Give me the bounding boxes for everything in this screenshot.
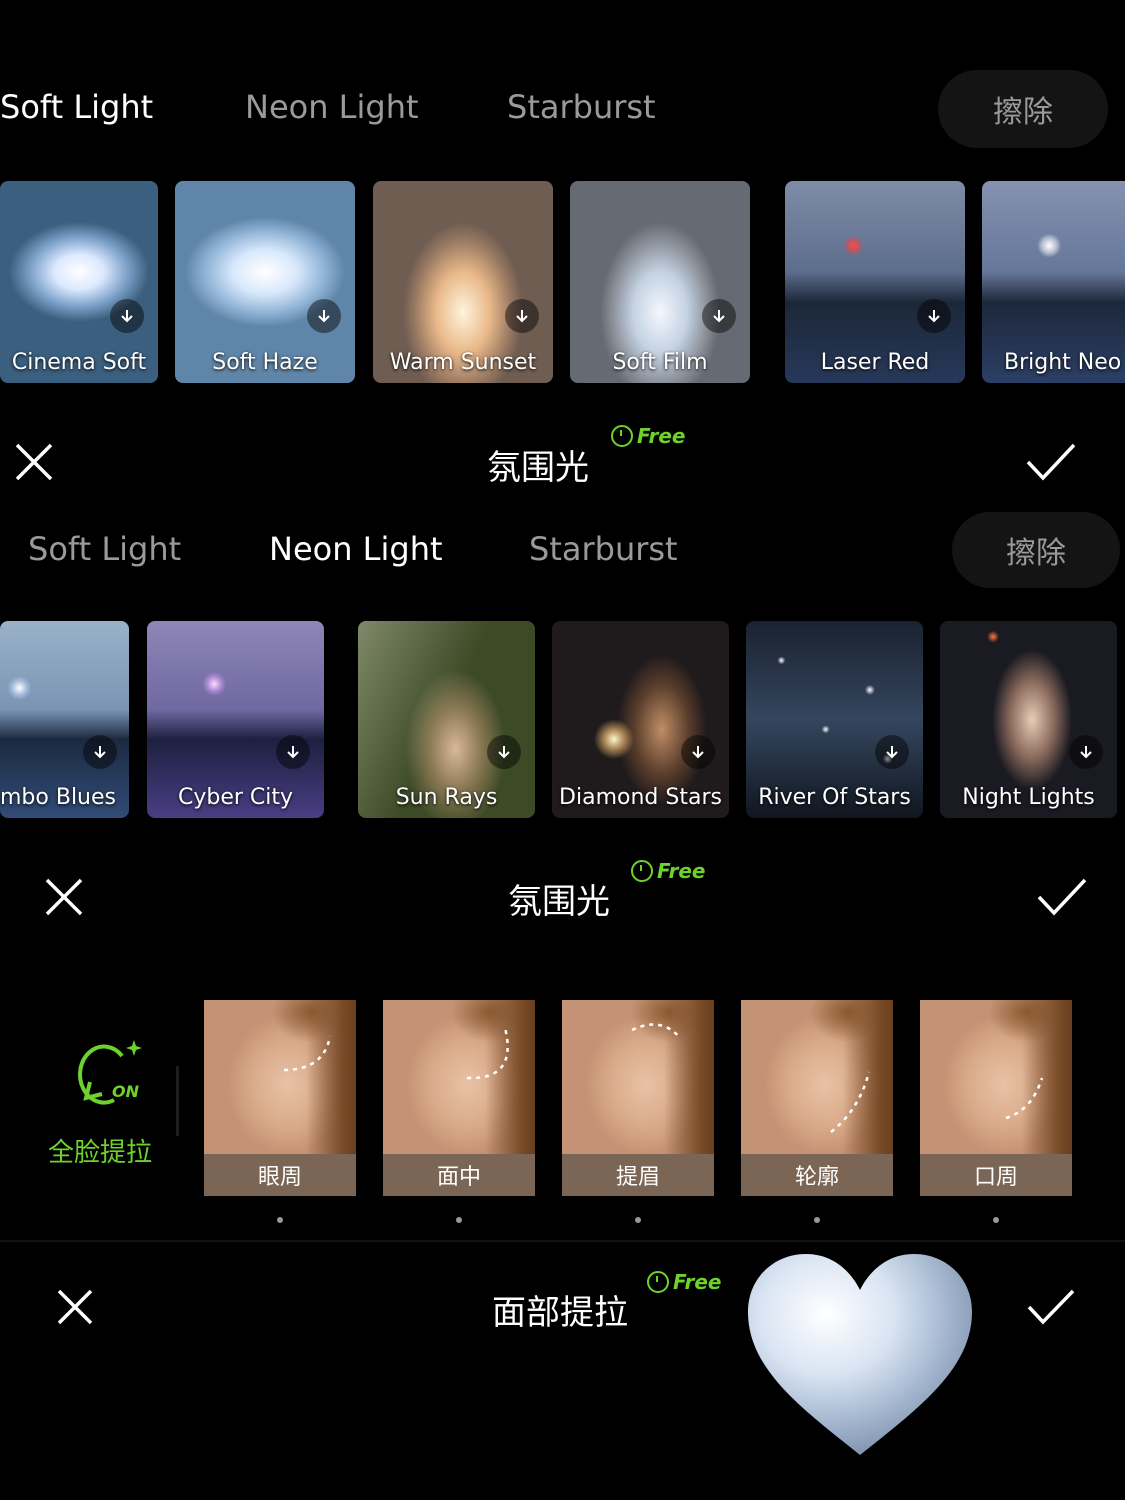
lift-option-mouth-area[interactable]: 口周 — [920, 1000, 1072, 1196]
tab-soft-light[interactable]: Soft Light — [0, 88, 153, 126]
tab-neon-light[interactable]: Neon Light — [269, 530, 443, 568]
effect-thumb-cinema-soft[interactable]: Cinema Soft — [0, 181, 158, 383]
close-icon[interactable] — [44, 877, 84, 917]
panel-title: 氛围光 — [487, 448, 589, 488]
lift-option-brow-lift[interactable]: 提眉 — [562, 1000, 714, 1196]
option-label: 眼周 — [204, 1154, 356, 1196]
effect-thumb-bright-neo[interactable]: Bright Neo — [982, 181, 1125, 383]
on-badge: ON — [112, 1082, 139, 1101]
effect-thumb-warm-sunset[interactable]: Warm Sunset — [373, 181, 553, 383]
confirm-check-icon[interactable] — [1036, 877, 1088, 917]
effect-thumb-soft-film[interactable]: Soft Film — [570, 181, 750, 383]
lift-option-eye-area[interactable]: 眼周 — [204, 1000, 356, 1196]
option-label: 口周 — [920, 1154, 1072, 1196]
option-indicator-dot — [456, 1217, 462, 1223]
effect-label: Night Lights — [962, 785, 1095, 810]
effect-thumb-sun-rays[interactable]: Sun Rays — [358, 621, 535, 818]
download-icon[interactable] — [702, 299, 736, 333]
face-lift-on-icon — [78, 1040, 142, 1105]
confirm-check-icon[interactable] — [1025, 442, 1077, 482]
effect-thumb-diamond-stars[interactable]: Diamond Stars — [552, 621, 729, 818]
download-icon[interactable] — [681, 735, 715, 769]
download-icon[interactable] — [505, 299, 539, 333]
close-icon[interactable] — [14, 442, 54, 482]
clock-icon — [647, 1271, 669, 1293]
download-icon[interactable] — [917, 299, 951, 333]
clock-icon — [631, 860, 653, 882]
effect-label: Cyber City — [177, 785, 294, 810]
tab-starburst[interactable]: Starburst — [507, 88, 656, 126]
effect-thumb-night-lights[interactable]: Night Lights — [940, 621, 1117, 818]
download-icon[interactable] — [276, 735, 310, 769]
erase-button[interactable]: 擦除 — [952, 512, 1120, 588]
download-icon[interactable] — [110, 299, 144, 333]
download-icon[interactable] — [83, 735, 117, 769]
option-indicator-dot — [635, 1217, 641, 1223]
effect-thumb-cyber-city[interactable]: Cyber City — [147, 621, 324, 818]
tab-soft-light[interactable]: Soft Light — [28, 530, 181, 568]
free-badge: Free — [647, 1270, 721, 1294]
section-separator — [0, 1240, 1125, 1242]
effect-label: Cinema Soft — [11, 350, 147, 375]
free-badge: Free — [611, 424, 685, 448]
toggle-label: 全脸提拉 — [48, 1138, 153, 1168]
option-label: 轮廓 — [741, 1154, 893, 1196]
option-indicator-dot — [814, 1217, 820, 1223]
option-indicator-dot — [277, 1217, 283, 1223]
effect-thumb-laser-red[interactable]: Laser Red — [785, 181, 965, 383]
panel-title: 面部提拉 — [492, 1293, 628, 1333]
erase-button[interactable]: 擦除 — [938, 70, 1108, 148]
download-icon[interactable] — [875, 735, 909, 769]
option-label: 提眉 — [562, 1154, 714, 1196]
effect-label: Bright Neo — [1004, 350, 1122, 375]
effect-label: Soft Film — [612, 350, 708, 375]
effect-thumb-river-of-stars[interactable]: River Of Stars — [746, 621, 923, 818]
lift-option-mid-face[interactable]: 面中 — [383, 1000, 535, 1196]
full-face-lift-toggle[interactable]: ON 全脸提拉 — [40, 1030, 170, 1170]
option-indicator-dot — [993, 1217, 999, 1223]
download-icon[interactable] — [1069, 735, 1103, 769]
effect-label: Soft Haze — [212, 350, 318, 375]
option-label: 面中 — [383, 1154, 535, 1196]
effect-label: mbo Blues — [0, 785, 116, 810]
tab-starburst[interactable]: Starburst — [529, 530, 678, 568]
close-icon[interactable] — [56, 1288, 94, 1326]
tab-neon-light[interactable]: Neon Light — [245, 88, 419, 126]
divider — [176, 1066, 179, 1136]
effect-label: Laser Red — [820, 350, 930, 375]
effect-thumb-mbo-blues[interactable]: mbo Blues — [0, 621, 129, 818]
heart-sticker-icon — [744, 1250, 976, 1460]
download-icon[interactable] — [487, 735, 521, 769]
effect-thumb-soft-haze[interactable]: Soft Haze — [175, 181, 355, 383]
lift-option-contour[interactable]: 轮廓 — [741, 1000, 893, 1196]
effect-label: Warm Sunset — [389, 350, 537, 375]
panel-title: 氛围光 — [508, 882, 610, 922]
confirm-check-icon[interactable] — [1026, 1288, 1076, 1326]
clock-icon — [611, 425, 633, 447]
download-icon[interactable] — [307, 299, 341, 333]
effect-label: Diamond Stars — [559, 785, 722, 810]
effect-label: River Of Stars — [758, 785, 911, 810]
free-badge: Free — [631, 859, 705, 883]
effect-label: Sun Rays — [395, 785, 498, 810]
